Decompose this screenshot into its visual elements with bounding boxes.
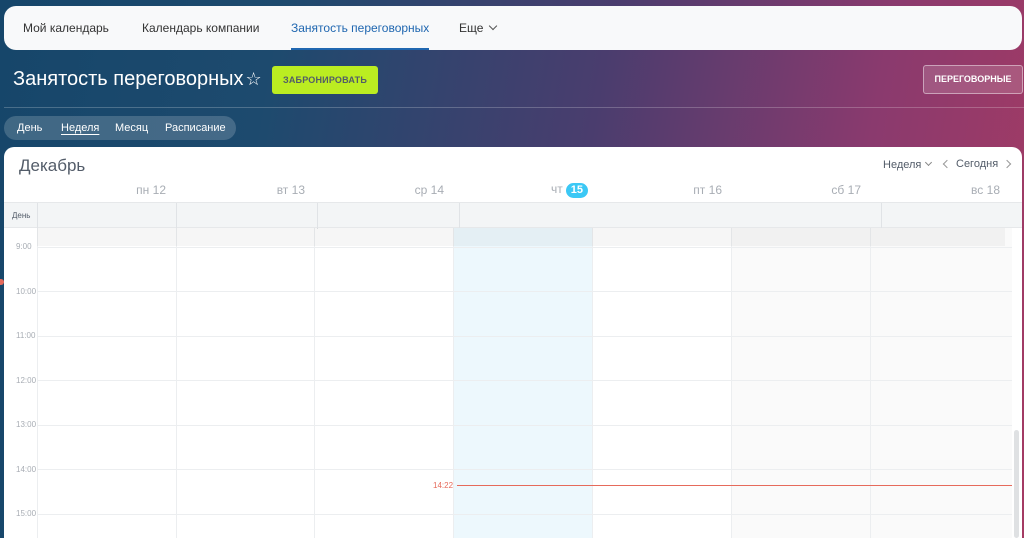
hour-line bbox=[37, 514, 1012, 515]
page-title-text: Занятость переговорных bbox=[13, 68, 244, 90]
time-grid[interactable]: 9:00 10:00 11:00 12:00 13:00 14:00 15:00 bbox=[4, 228, 1022, 538]
view-switcher: День Неделя Месяц Расписание bbox=[4, 116, 236, 140]
hour-label: 11:00 bbox=[16, 331, 36, 340]
hour-line bbox=[37, 425, 1012, 426]
view-schedule[interactable]: Расписание bbox=[165, 116, 226, 140]
day-column-sat[interactable] bbox=[731, 228, 870, 538]
hour-line bbox=[37, 247, 1012, 248]
current-time-line bbox=[457, 485, 1012, 486]
today-button[interactable]: Сегодня bbox=[956, 158, 998, 170]
day-header-fri[interactable]: пт 16 bbox=[660, 183, 722, 201]
allday-separator bbox=[459, 203, 460, 229]
hour-line bbox=[37, 469, 1012, 470]
allday-separator bbox=[176, 203, 177, 229]
day-header-thu[interactable]: чт 15 bbox=[522, 182, 588, 200]
next-arrow-icon[interactable] bbox=[1002, 159, 1012, 169]
tab-company-calendar[interactable]: Календарь компании bbox=[142, 6, 259, 50]
book-button[interactable]: ЗАБРОНИРОВАТЬ bbox=[272, 66, 378, 94]
view-select[interactable]: Неделя bbox=[883, 158, 933, 171]
allday-label: День bbox=[12, 211, 31, 220]
day-name: чт bbox=[551, 182, 563, 196]
day-column-sun[interactable] bbox=[870, 228, 1012, 538]
current-time-label: 14:22 bbox=[433, 481, 454, 490]
hour-label: 14:00 bbox=[16, 465, 37, 474]
non-working-band bbox=[37, 228, 1005, 246]
top-navigation: Мой календарь Календарь компании Занятос… bbox=[4, 6, 1022, 50]
page-title: Занятость переговорных ☆ bbox=[13, 68, 262, 91]
tab-room-occupancy[interactable]: Занятость переговорных bbox=[291, 6, 430, 50]
day-name: вс bbox=[971, 183, 984, 197]
allday-separator bbox=[881, 203, 882, 229]
day-name: ср bbox=[414, 183, 428, 197]
day-number: 13 bbox=[291, 183, 305, 197]
day-column-mon[interactable] bbox=[37, 228, 176, 538]
day-header-sat[interactable]: сб 17 bbox=[799, 183, 861, 201]
chevron-down-icon bbox=[925, 158, 933, 167]
tab-more[interactable]: Еще bbox=[459, 6, 498, 50]
day-column-thu[interactable] bbox=[453, 228, 592, 538]
day-name: сб bbox=[831, 183, 845, 197]
prev-arrow-icon[interactable] bbox=[942, 159, 952, 169]
day-name: пн bbox=[136, 183, 150, 197]
rooms-button[interactable]: ПЕРЕГОВОРНЫЕ bbox=[923, 65, 1023, 94]
tab-my-calendar[interactable]: Мой календарь bbox=[23, 6, 109, 50]
calendar-panel: Декабрь Неделя Сегодня пн 12 вт 13 ср 14… bbox=[4, 147, 1022, 538]
view-day[interactable]: День bbox=[17, 116, 42, 140]
hour-label: 10:00 bbox=[16, 287, 37, 296]
hour-label: 9:00 bbox=[16, 242, 32, 251]
view-week[interactable]: Неделя bbox=[61, 116, 99, 140]
allday-separator bbox=[37, 203, 38, 229]
hour-label: 15:00 bbox=[16, 509, 37, 518]
hour-line bbox=[37, 336, 1012, 337]
tab-more-label: Еще bbox=[459, 21, 484, 35]
hour-line bbox=[37, 291, 1012, 292]
chevron-down-icon bbox=[489, 21, 498, 31]
day-number: 17 bbox=[847, 183, 861, 197]
hour-label: 13:00 bbox=[16, 420, 37, 429]
hour-line bbox=[37, 380, 1012, 381]
day-number: 12 bbox=[152, 183, 166, 197]
day-header-sun[interactable]: вс 18 bbox=[938, 183, 1000, 201]
hour-label: 12:00 bbox=[16, 376, 37, 385]
scrollbar[interactable] bbox=[1014, 430, 1019, 538]
day-number: 14 bbox=[430, 183, 444, 197]
month-title: Декабрь bbox=[19, 156, 86, 175]
view-select-label: Неделя bbox=[883, 159, 922, 171]
day-column-tue[interactable] bbox=[176, 228, 315, 538]
day-header-wed[interactable]: ср 14 bbox=[382, 183, 444, 201]
star-icon[interactable]: ☆ bbox=[246, 69, 262, 89]
view-month[interactable]: Месяц bbox=[115, 116, 148, 140]
today-badge: 15 bbox=[565, 183, 588, 198]
day-name: пт bbox=[693, 183, 706, 197]
allday-separator bbox=[317, 203, 318, 229]
day-column-fri[interactable] bbox=[592, 228, 731, 538]
day-number: 16 bbox=[708, 183, 722, 197]
day-name: вт bbox=[276, 183, 289, 197]
header-divider bbox=[4, 107, 1024, 108]
allday-row[interactable]: День bbox=[4, 202, 1022, 229]
today-navigation: Сегодня bbox=[942, 158, 1012, 170]
day-number: 18 bbox=[986, 183, 1000, 197]
day-header-tue[interactable]: вт 13 bbox=[243, 183, 305, 201]
day-column-wed[interactable] bbox=[314, 228, 453, 538]
day-header-mon[interactable]: пн 12 bbox=[104, 183, 166, 201]
